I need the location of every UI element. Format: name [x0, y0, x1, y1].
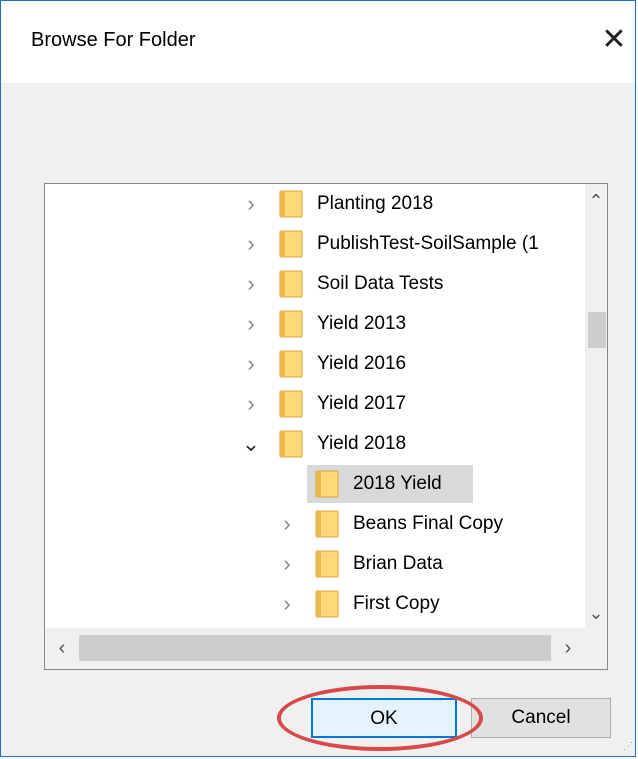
folder-icon	[279, 390, 303, 418]
tree-item[interactable]: › Beans Final Copy	[45, 505, 585, 543]
scrollbar-corner	[585, 628, 607, 669]
tree-item[interactable]: ⌄ Yield 2018	[45, 425, 585, 463]
tree-item[interactable]: › Yield 2013	[45, 305, 585, 343]
tree-item[interactable]: 2018 Yield	[45, 465, 585, 503]
horizontal-scroll-thumb[interactable]	[79, 635, 551, 661]
vertical-scrollbar[interactable]: ⌃ ⌄	[585, 184, 607, 628]
folder-icon	[315, 510, 339, 538]
resize-grip-icon[interactable]: ⋰	[623, 741, 633, 752]
folder-icon	[279, 230, 303, 258]
tree-item-label: Yield 2017	[317, 393, 407, 414]
folder-icon	[315, 550, 339, 578]
tree-item-label: Soil Data Tests	[317, 273, 444, 294]
vertical-scroll-thumb[interactable]	[588, 312, 606, 348]
chevron-right-icon[interactable]: ›	[241, 230, 261, 258]
close-icon[interactable]: ✕	[599, 23, 629, 57]
title-bar[interactable]: Browse For Folder ✕	[1, 1, 635, 83]
folder-icon	[315, 590, 339, 618]
tree-item-label: Yield 2016	[317, 353, 407, 374]
folder-icon	[279, 270, 303, 298]
chevron-right-icon[interactable]: ›	[241, 350, 261, 378]
chevron-down-icon[interactable]: ⌄	[241, 430, 261, 458]
tree-item-label: Beans Final Copy	[353, 513, 503, 534]
tree-item-label: Brian Data	[353, 553, 443, 574]
chevron-right-icon[interactable]: ›	[241, 390, 261, 418]
scroll-up-icon[interactable]: ⌃	[585, 186, 607, 216]
dialog-title: Browse For Folder	[31, 29, 196, 51]
tree-item-label: 2018 Yield	[353, 473, 442, 494]
folder-icon	[279, 430, 303, 458]
folder-icon	[279, 190, 303, 218]
chevron-right-icon[interactable]: ›	[277, 550, 297, 578]
tree-item[interactable]: › Soil Data Tests	[45, 265, 585, 303]
tree-item[interactable]: › First Copy	[45, 585, 585, 623]
tree-item[interactable]: › Brian Data	[45, 545, 585, 583]
scroll-down-icon[interactable]: ⌄	[585, 598, 607, 628]
folder-tree[interactable]: › Planting 2018 › PublishTest-SoilSample (1…	[44, 183, 608, 670]
browse-for-folder-dialog: Browse For Folder ✕ › Planting 2018 › Publi…	[0, 0, 636, 757]
folder-icon	[279, 310, 303, 338]
scroll-left-icon[interactable]: ‹	[45, 628, 79, 669]
tree-item-label: PublishTest-SoilSample (1	[317, 233, 539, 254]
chevron-right-icon[interactable]: ›	[277, 510, 297, 538]
tree-item-label: Yield 2018	[317, 433, 407, 454]
tree-item[interactable]: › Yield 2017	[45, 385, 585, 423]
chevron-right-icon[interactable]: ›	[241, 190, 261, 218]
tree-item-label: Yield 2013	[317, 313, 407, 334]
tree-item[interactable]: › Planting 2018	[45, 185, 585, 223]
tree-item[interactable]: › PublishTest-SoilSample (1	[45, 225, 585, 263]
chevron-right-icon[interactable]: ›	[241, 310, 261, 338]
folder-icon	[279, 350, 303, 378]
chevron-right-icon[interactable]: ›	[277, 590, 297, 618]
tree-item-label: First Copy	[353, 593, 440, 614]
chevron-right-icon[interactable]: ›	[241, 270, 261, 298]
folder-icon	[315, 470, 339, 498]
cancel-button[interactable]: Cancel	[471, 698, 611, 738]
tree-item[interactable]: › Yield 2016	[45, 345, 585, 383]
scroll-right-icon[interactable]: ›	[551, 628, 585, 669]
ok-button[interactable]: OK	[311, 698, 457, 738]
tree-item-label: Planting 2018	[317, 193, 434, 214]
horizontal-scrollbar[interactable]: ‹ ›	[45, 628, 607, 669]
